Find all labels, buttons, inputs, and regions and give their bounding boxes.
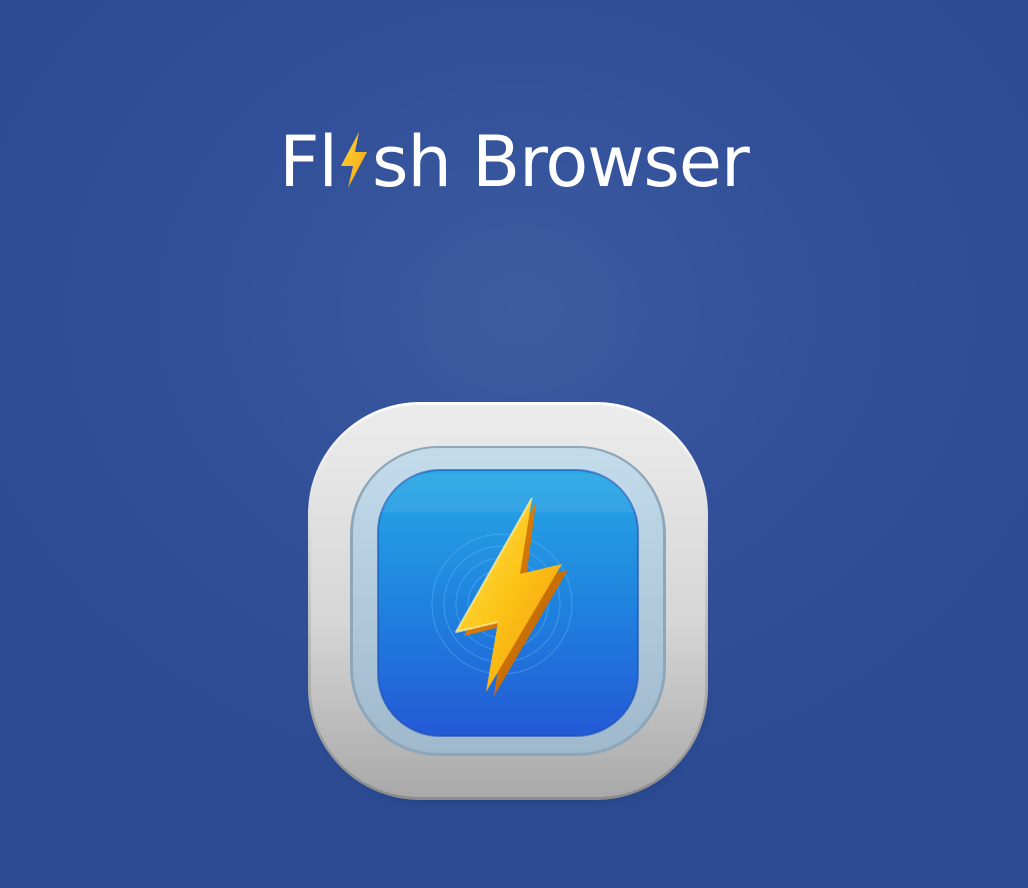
app-icon-graphic <box>308 402 708 800</box>
app-icon[interactable] <box>306 400 710 804</box>
app-title: Fl sh Browser <box>0 117 1028 207</box>
app-title-prefix: Fl <box>279 120 338 203</box>
lightning-bolt-icon <box>337 128 371 192</box>
app-title-suffix: sh Browser <box>371 120 750 203</box>
